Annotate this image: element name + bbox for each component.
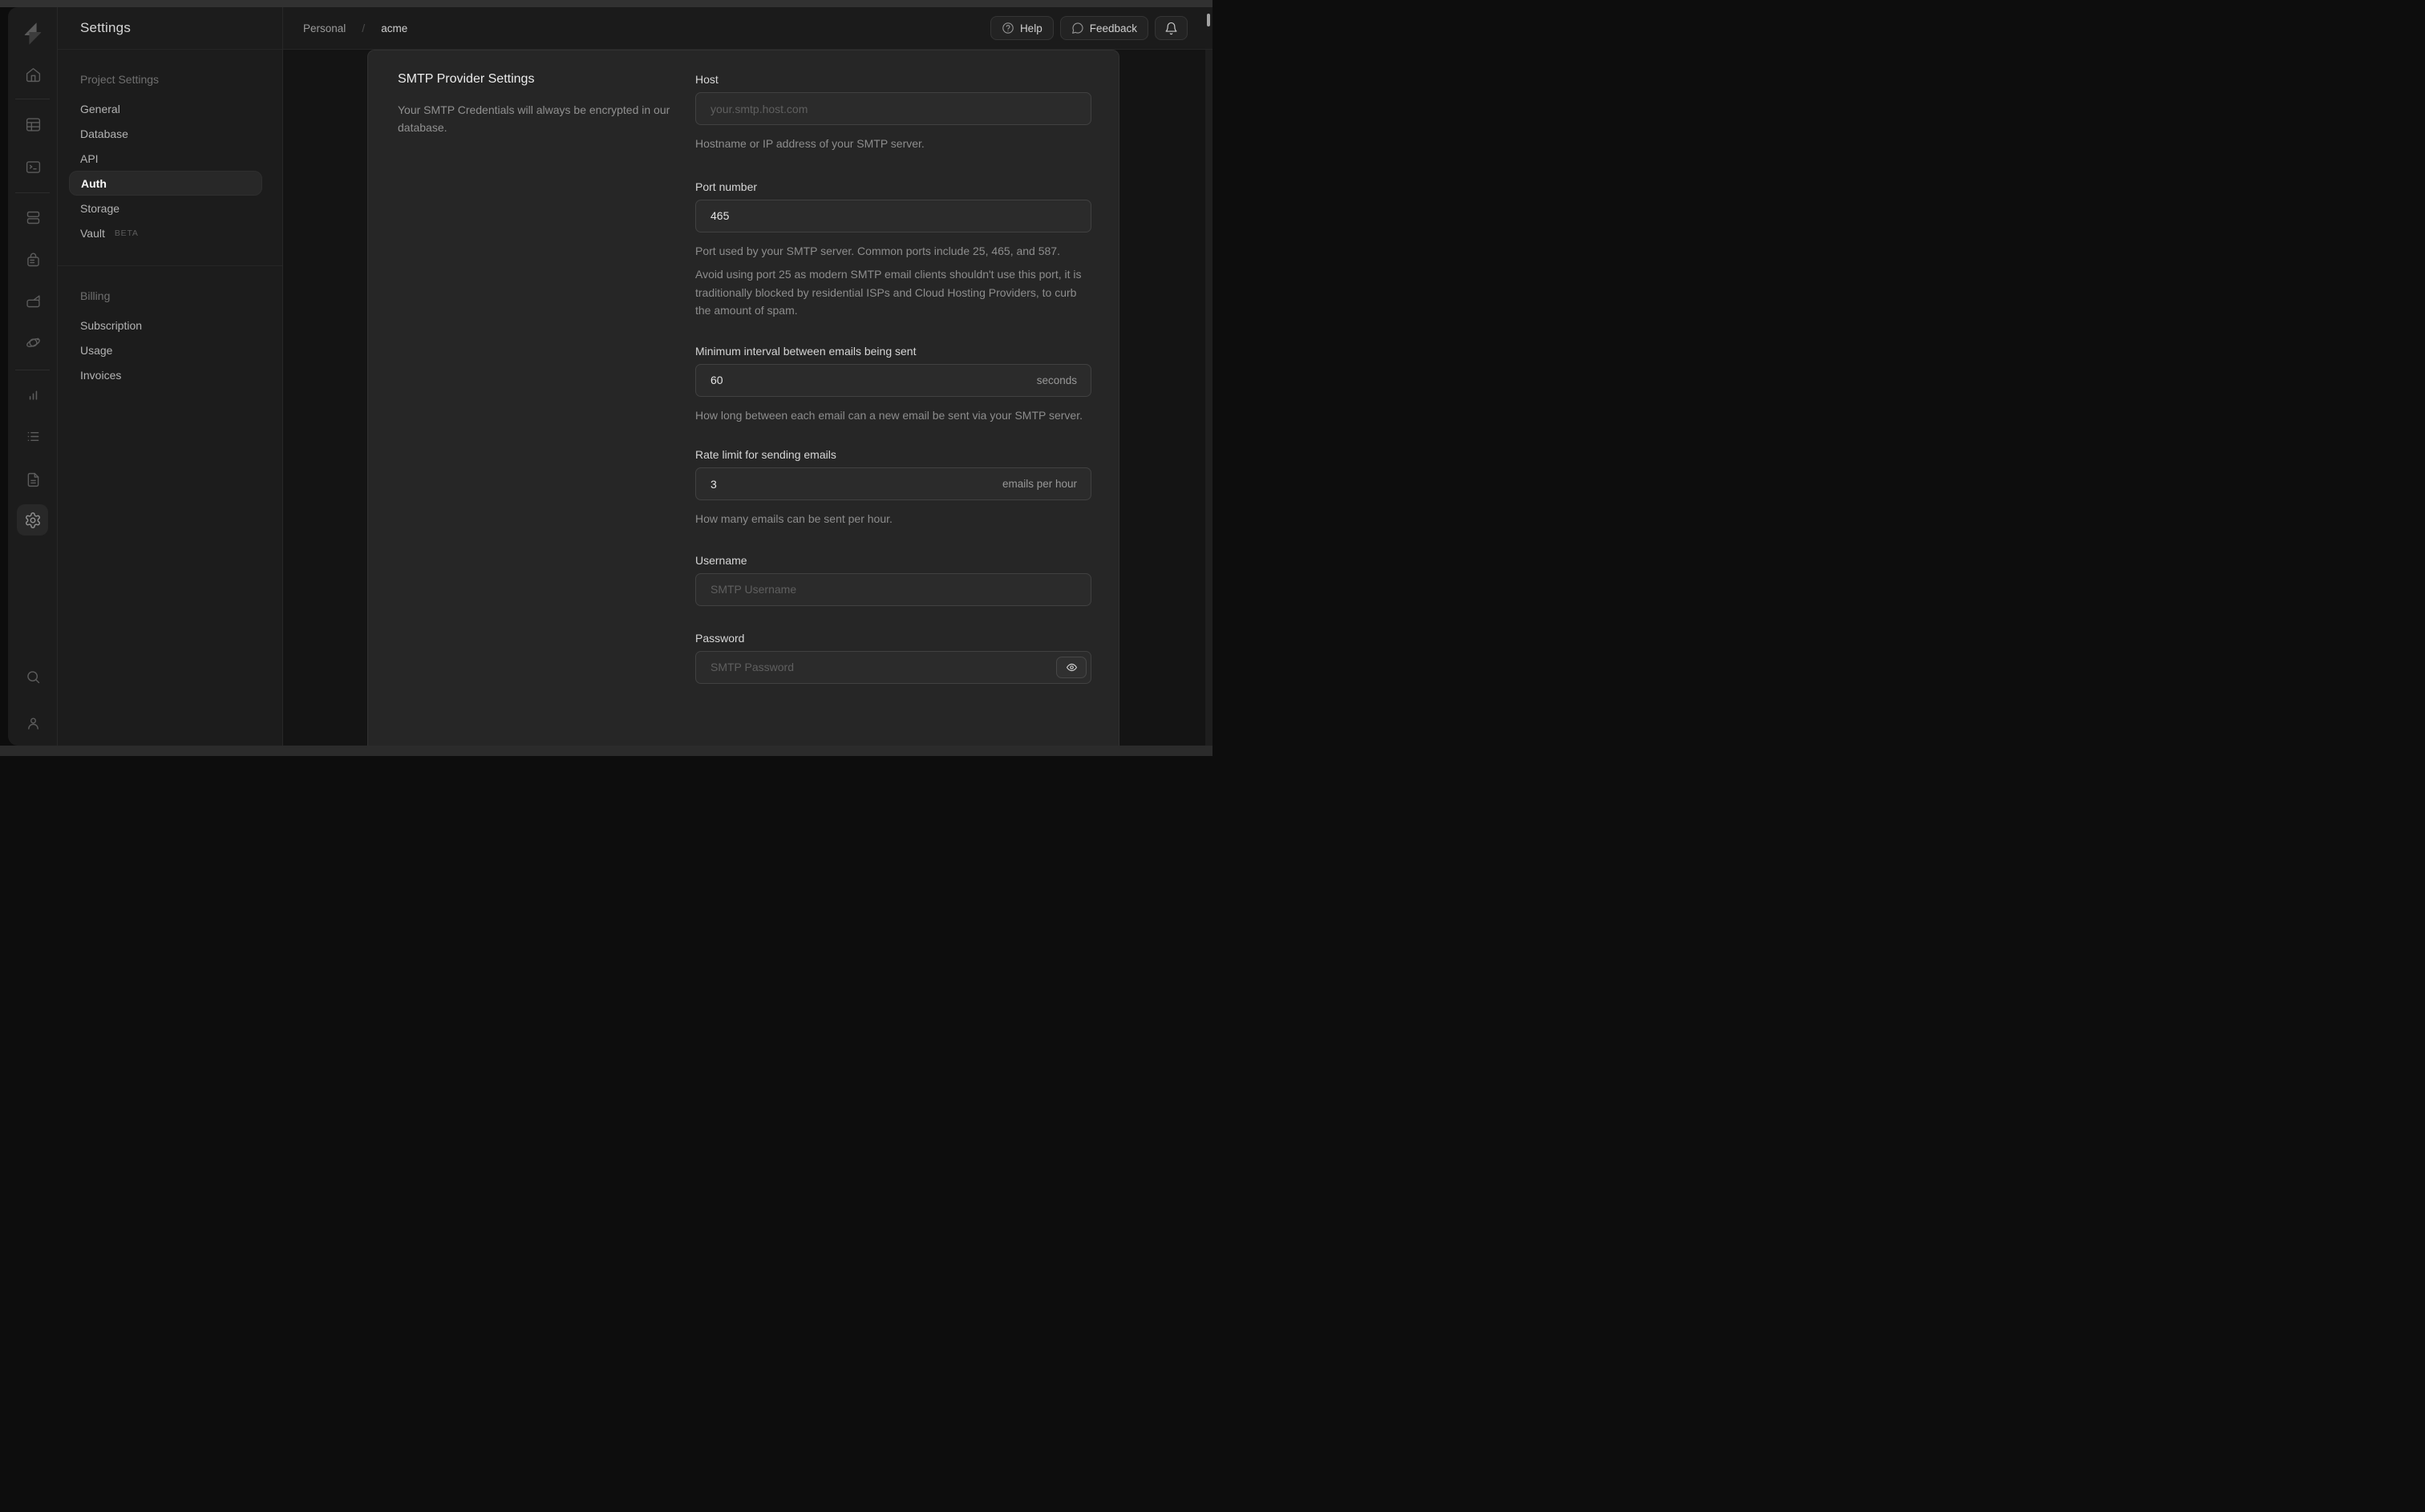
- sidebar-item-subscription[interactable]: Subscription: [69, 313, 271, 338]
- reports-chart-icon: [29, 390, 37, 400]
- icon-rail: [8, 7, 58, 746]
- search-icon: [26, 670, 39, 683]
- port-note-text: Avoid using port 25 as modern SMTP email…: [695, 268, 1082, 317]
- breadcrumb-separator: /: [362, 22, 366, 34]
- beta-badge: BETA: [114, 228, 139, 238]
- bell-icon: [1164, 22, 1178, 35]
- password-label: Password: [695, 631, 745, 645]
- settings-gear-icon: [25, 511, 40, 528]
- sidebar-item-authentication[interactable]: [8, 251, 58, 269]
- sidebar-item-database-settings[interactable]: Database: [69, 121, 271, 146]
- sidebar-header: Settings: [58, 7, 282, 50]
- sidebar-item-vault[interactable]: Vault BETA: [69, 220, 271, 245]
- port-field-group: Port number Port used by your SMTP serve…: [695, 179, 1091, 320]
- realtime-orbit-icon: [26, 338, 40, 347]
- rate-label: Rate limit for sending emails: [695, 448, 836, 461]
- settings-sidebar: Settings Project Settings General Databa…: [58, 7, 283, 746]
- desktop-top-strip: [0, 0, 1212, 7]
- port-input[interactable]: [695, 199, 1091, 232]
- sidebar-item-general[interactable]: General: [69, 96, 271, 121]
- sidebar-item-home[interactable]: [8, 66, 58, 83]
- password-field-group: Password: [695, 630, 1091, 684]
- database-icon: [26, 211, 39, 224]
- breadcrumb: Personal / acme: [303, 22, 407, 34]
- search-button[interactable]: [8, 668, 58, 685]
- help-circle-icon: [1002, 22, 1014, 34]
- auth-lock-icon: [26, 253, 39, 266]
- smtp-settings-panel: SMTP Provider Settings Your SMTP Credent…: [367, 50, 1119, 746]
- nav-section-heading: Billing: [80, 289, 111, 302]
- interval-label: Minimum interval between emails being se…: [695, 344, 917, 358]
- smtp-form: Host Hostname or IP address of your SMTP…: [695, 51, 1091, 684]
- sidebar-item-reports[interactable]: [8, 386, 58, 404]
- username-input[interactable]: [695, 572, 1091, 606]
- settings-nav: Project Settings General Database API Au…: [58, 50, 282, 387]
- home-icon: [26, 67, 40, 82]
- scrollbar-track[interactable]: [1205, 50, 1212, 746]
- page-title: Settings: [80, 20, 132, 35]
- sidebar-item-table-editor[interactable]: [8, 115, 58, 133]
- docs-file-icon: [27, 472, 38, 487]
- username-label: Username: [695, 553, 747, 567]
- desktop-bottom-strip: [0, 746, 1212, 756]
- supabase-logo-icon: [24, 22, 42, 45]
- sql-editor-icon: [26, 160, 40, 173]
- main-content: Personal / acme Help Feedback SMTP Provi…: [283, 7, 1212, 746]
- app-window: Settings Project Settings General Databa…: [8, 7, 1212, 746]
- username-field-group: Username: [695, 552, 1091, 606]
- user-icon: [27, 718, 38, 730]
- sidebar-item-database[interactable]: [8, 208, 58, 226]
- eye-icon: [1066, 663, 1077, 671]
- table-editor-icon: [26, 117, 40, 131]
- sidebar-item-logs[interactable]: [8, 427, 58, 445]
- interval-field-group: Minimum interval between emails being se…: [695, 343, 1091, 425]
- host-field-group: Host Hostname or IP address of your SMTP…: [695, 71, 1091, 153]
- feedback-button-label: Feedback: [1089, 22, 1137, 34]
- sidebar-item-realtime[interactable]: [8, 334, 58, 351]
- password-input[interactable]: [695, 650, 1091, 684]
- sidebar-item-storage[interactable]: [8, 293, 58, 310]
- sidebar-item-auth-label: Auth: [81, 176, 107, 190]
- sidebar-item-vault-label: Vault: [80, 226, 105, 240]
- reveal-password-button[interactable]: [1056, 656, 1087, 678]
- sidebar-item-settings-active[interactable]: [17, 504, 48, 536]
- sidebar-item-storage-settings[interactable]: Storage: [69, 196, 271, 220]
- host-label: Host: [695, 73, 719, 86]
- nav-section-heading: Project Settings: [80, 73, 160, 86]
- host-help-text: Hostname or IP address of your SMTP serv…: [695, 137, 925, 150]
- topbar-actions: Help Feedback: [990, 16, 1188, 40]
- sidebar-item-sql-editor[interactable]: [8, 158, 58, 176]
- account-button[interactable]: [8, 714, 58, 732]
- sidebar-item-auth[interactable]: Auth: [69, 171, 262, 196]
- rate-field-group: Rate limit for sending emails emails per…: [695, 447, 1091, 528]
- sidebar-item-usage[interactable]: Usage: [69, 338, 271, 362]
- sidebar-item-api[interactable]: API: [69, 146, 271, 171]
- breadcrumb-organization[interactable]: Personal: [303, 22, 346, 34]
- topbar: Personal / acme Help Feedback: [283, 7, 1212, 50]
- panel-description: Your SMTP Credentials will always be enc…: [398, 103, 670, 134]
- rail-divider: [15, 192, 50, 193]
- feedback-button[interactable]: Feedback: [1059, 16, 1148, 40]
- supabase-logo[interactable]: [8, 22, 58, 45]
- breadcrumb-project[interactable]: acme: [381, 22, 407, 34]
- sidebar-item-invoices[interactable]: Invoices: [69, 362, 271, 387]
- logs-list-icon: [27, 431, 38, 441]
- interval-input[interactable]: [695, 363, 1091, 397]
- notifications-button[interactable]: [1155, 16, 1188, 40]
- interval-help-text: How long between each email can a new em…: [695, 408, 1083, 422]
- port-label: Port number: [695, 180, 758, 193]
- feedback-bubble-icon: [1071, 22, 1084, 34]
- storage-icon: [26, 294, 40, 307]
- panel-title: SMTP Provider Settings: [398, 72, 535, 86]
- help-button-label: Help: [1019, 22, 1042, 34]
- sidebar-item-docs[interactable]: [8, 471, 58, 488]
- host-input[interactable]: [695, 92, 1091, 125]
- port-help-text: Port used by your SMTP server. Common po…: [695, 244, 1060, 257]
- panel-header: SMTP Provider Settings Your SMTP Credent…: [398, 71, 683, 136]
- rate-input[interactable]: [695, 467, 1091, 500]
- help-button[interactable]: Help: [990, 16, 1054, 40]
- rate-help-text: How many emails can be sent per hour.: [695, 512, 893, 525]
